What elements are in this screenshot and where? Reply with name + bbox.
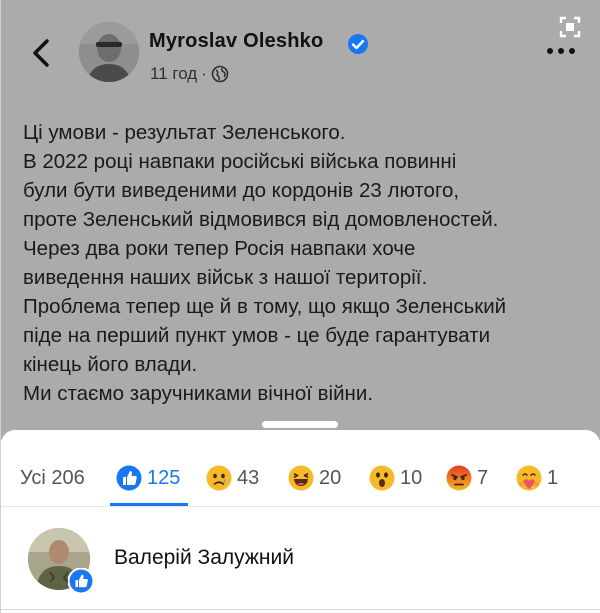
post-line: були бути виведеними до кордонів 23 люто…: [23, 179, 460, 202]
sad-icon: [206, 465, 232, 491]
avatar[interactable]: [79, 22, 139, 82]
tab-angry-count: 7: [477, 466, 489, 489]
meta-separator: ·: [201, 64, 207, 83]
tab-sad-count: 43: [237, 466, 260, 489]
post-line: проте Зеленський відмовився від домовлен…: [23, 208, 499, 231]
reactor-like-icon: [67, 567, 95, 595]
dot-icon: [558, 48, 564, 54]
tabs-divider: [1, 506, 600, 507]
expand-icon[interactable]: [559, 16, 581, 38]
angry-icon: [446, 465, 472, 491]
post-line: піде на перший пункт умов - це буде гара…: [23, 324, 491, 347]
post-meta: 11 год ·: [150, 64, 229, 84]
post-line: Проблема тепер ще й в тому, що якщо Зеле…: [23, 295, 507, 318]
post-line: В 2022 році навпаки російські війська по…: [23, 150, 457, 173]
dot-icon: [569, 48, 575, 54]
post-container: Myroslav Oleshko 11 год · Ці умови - рез…: [1, 0, 600, 440]
post-line: кінець його влади.: [23, 353, 198, 376]
tab-like-count: 125: [147, 466, 181, 489]
tab-angry[interactable]: 7: [446, 458, 488, 498]
author-name[interactable]: Myroslav Oleshko: [149, 30, 323, 53]
post-text: Ці умови - результат Зеленського. В 2022…: [23, 118, 593, 408]
like-icon: [116, 465, 142, 491]
chevron-left-icon: [33, 39, 49, 67]
globe-icon: [211, 65, 229, 83]
post-line: Ці умови - результат Зеленського.: [23, 121, 346, 144]
reaction-tabs: Усі 206 125 43 20 10 7 1: [0, 458, 600, 498]
post-line: Через два роки тепер Росія навпаки хоче: [23, 237, 416, 260]
post-time[interactable]: 11 год: [150, 64, 197, 84]
tab-sad[interactable]: 43: [206, 458, 259, 498]
haha-icon: [288, 465, 314, 491]
bottom-border: [1, 609, 600, 610]
tab-care-count: 1: [547, 466, 559, 489]
tab-wow[interactable]: 10: [369, 458, 422, 498]
tab-all[interactable]: Усі 206: [20, 458, 85, 498]
tab-haha[interactable]: 20: [288, 458, 341, 498]
tab-haha-count: 20: [319, 466, 342, 489]
tab-care[interactable]: 1: [516, 458, 558, 498]
tab-wow-count: 10: [400, 466, 423, 489]
dot-icon: [547, 48, 553, 54]
verified-badge-icon: [347, 33, 369, 55]
more-options-button[interactable]: [541, 42, 581, 60]
back-button[interactable]: [27, 36, 55, 70]
reactor-row[interactable]: Валерій Залужний: [0, 520, 600, 600]
wow-icon: [369, 465, 395, 491]
sheet-drag-handle[interactable]: [262, 421, 338, 428]
post-line: Ми стаємо заручниками вічної війни.: [23, 382, 374, 405]
care-icon: [516, 465, 542, 491]
reactor-name[interactable]: Валерій Залужний: [114, 546, 294, 570]
post-line: виведення наших військ з нашої території…: [23, 266, 428, 289]
tab-all-label: Усі 206: [20, 466, 85, 489]
tab-like[interactable]: 125: [116, 458, 180, 498]
